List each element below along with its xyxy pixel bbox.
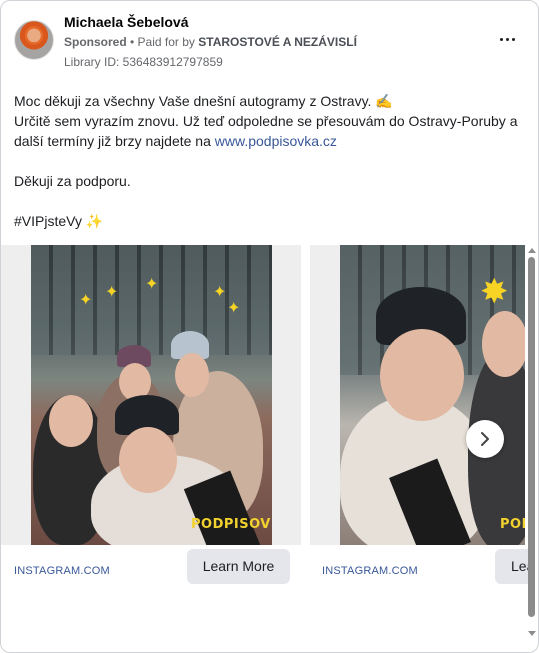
carousel-next-button[interactable] — [466, 420, 504, 458]
carousel-card-1[interactable]: ✦ ✦ ✦ ✦ ✦ PODPISOVKA — [1, 245, 301, 545]
scroll-down-arrow-icon[interactable] — [528, 631, 536, 636]
paid-for-label: • Paid for by — [126, 35, 199, 49]
post-line-2: Určitě sem vyrazím znovu. Už teď odpoled… — [14, 111, 519, 151]
sponsored-label: Sponsored — [64, 35, 127, 49]
chevron-right-icon — [481, 432, 489, 446]
brand-watermark-2: PODPISOVKA — [500, 517, 525, 532]
post-line-3: Děkuji za podporu. — [14, 173, 131, 189]
hashtag[interactable]: #VIPjsteVy ✨ — [14, 211, 519, 231]
more-options-icon[interactable] — [498, 29, 518, 49]
ad-meta: Sponsored • Paid for by STAROSTOVÉ A NEZ… — [64, 35, 357, 49]
scrollbar-thumb[interactable] — [528, 257, 535, 617]
card-1-domain[interactable]: INSTAGRAM.COM — [14, 565, 110, 577]
carousel-image-2[interactable]: ✸ PODPISOVKA — [340, 245, 525, 545]
card-2-domain[interactable]: INSTAGRAM.COM — [322, 565, 418, 577]
learn-more-button[interactable]: Learn More — [187, 549, 290, 584]
ad-card: Michaela Šebelová Sponsored • Paid for b… — [0, 0, 539, 653]
avatar[interactable] — [14, 20, 54, 60]
post-line-1: Moc děkuji za všechny Vaše dnešní autogr… — [14, 93, 393, 109]
author-name[interactable]: Michaela Šebelová — [64, 14, 189, 30]
scroll-up-arrow-icon[interactable] — [528, 248, 536, 253]
website-link[interactable]: www.podpisovka.cz — [215, 133, 337, 149]
payer-name[interactable]: STAROSTOVÉ A NEZÁVISLÍ — [198, 35, 357, 49]
post-text: Moc děkuji za všechny Vaše dnešní autogr… — [14, 91, 519, 231]
brand-watermark: PODPISOVKA — [191, 517, 272, 532]
library-id: Library ID: 536483912797859 — [64, 55, 223, 69]
carousel-image-1[interactable]: ✦ ✦ ✦ ✦ ✦ PODPISOVKA — [31, 245, 272, 545]
carousel-card-2[interactable]: ✸ PODPISOVKA — [310, 245, 525, 545]
